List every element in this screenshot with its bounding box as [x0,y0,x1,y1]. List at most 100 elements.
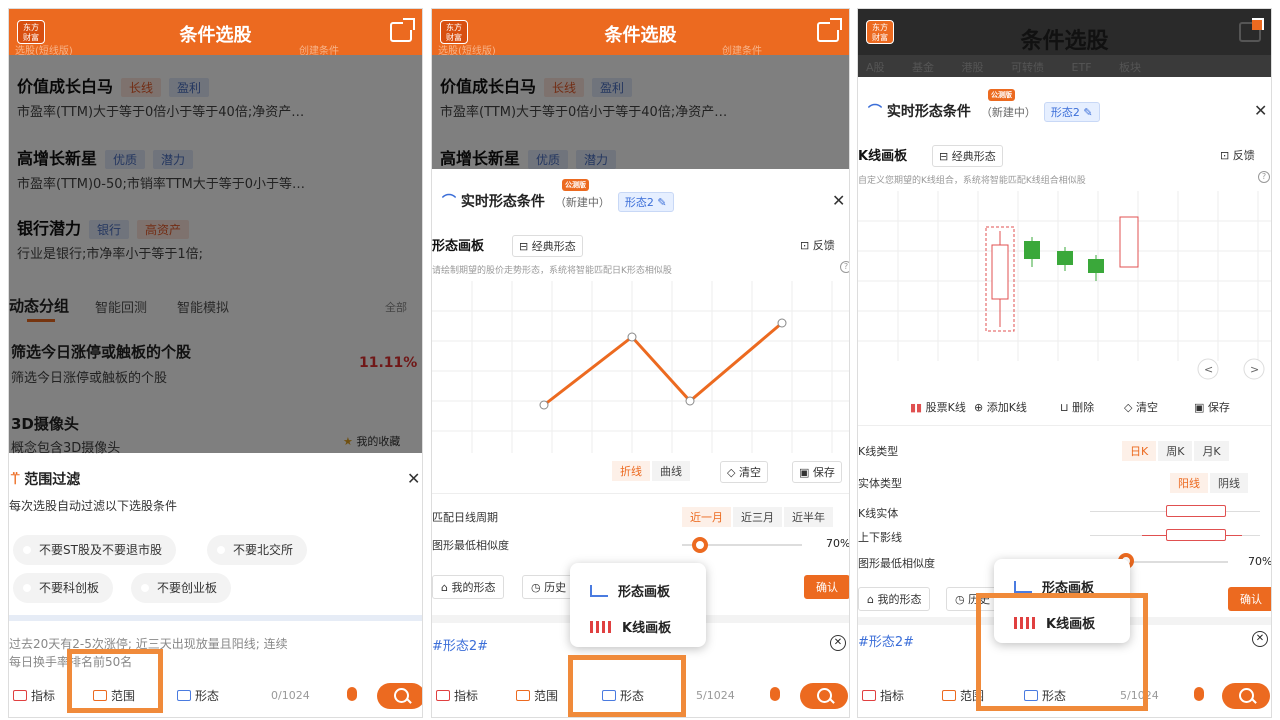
pattern-name-pill[interactable]: 形态2 ✎ [1043,102,1100,122]
clear-input-icon[interactable]: ✕ [1252,631,1268,647]
body-type-label: 实体类型 [858,477,902,490]
mode-curve[interactable]: 曲线 [652,461,690,481]
kline-month[interactable]: 月K [1194,441,1229,461]
body-down[interactable]: 阴线 [1210,473,1248,493]
classic-pattern-button[interactable]: ⊟ 经典形态 [932,145,1003,167]
pattern-type-popup: 形态画板 K线画板 [570,563,706,647]
microphone-icon[interactable] [1194,687,1204,701]
page-title: 条件选股 [1020,29,1109,54]
drawn-line[interactable] [543,321,783,407]
line-point[interactable] [777,318,787,328]
pattern-icon [177,690,191,701]
line-point[interactable] [685,396,695,406]
candle-up[interactable] [1119,216,1139,268]
microphone-icon[interactable] [770,687,780,701]
eraser-icon: ◇ [727,466,736,479]
highlight-box [976,593,1148,711]
save-button[interactable]: ▣ 保存 [792,461,842,483]
pattern-name-pill[interactable]: 形态2 ✎ [617,192,674,212]
filter-chip[interactable]: 不要创业板 [131,573,232,603]
help-icon[interactable]: ? [840,261,849,273]
highlight-box [67,649,163,713]
stock-kline-button[interactable]: ▮▮ 股票K线 [910,399,966,415]
delete-button[interactable]: ⊔ 删除 [1060,399,1094,415]
kline-week[interactable]: 周K [1158,441,1193,461]
line-point[interactable] [539,400,549,410]
search-button[interactable] [800,683,848,709]
prev-arrow-glyph: < [1204,363,1213,376]
filter-chip[interactable]: 不要北交所 [207,535,308,565]
modal-overlay[interactable] [9,55,422,453]
kline-canvas[interactable]: < > [858,191,1272,381]
add-kline-button[interactable]: ⊕ 添加K线 [974,399,1027,415]
indicator-button[interactable]: 指标 [13,687,55,704]
indicator-button[interactable]: 指标 [436,687,478,704]
share-icon[interactable] [1239,18,1264,42]
confirm-button[interactable]: 确认 [804,575,849,599]
modal-title: ⌒ 实时形态条件 公测版 （新建中） 形态2 ✎ [868,89,1100,122]
history-button[interactable]: ◷ 历史 [522,575,576,599]
share-icon[interactable] [390,18,415,42]
char-counter: 5/1024 [696,689,735,702]
confirm-button[interactable]: 确认 [1228,587,1271,611]
filter-chip[interactable]: 不要ST股及不要退市股 [13,535,176,565]
save-button[interactable]: ▣ 保存 [1194,399,1230,415]
modal-status: （新建中） [980,106,1036,119]
range-icon [942,690,956,701]
line-chart-icon [1014,581,1032,593]
search-button[interactable] [1222,683,1270,709]
trash-icon: ⊔ [1060,401,1069,414]
similarity-slider[interactable] [1118,561,1228,563]
close-icon[interactable]: ✕ [407,469,420,488]
pattern-button[interactable]: 形态 [177,687,219,704]
candle-down[interactable] [1024,241,1040,259]
indicator-button[interactable]: 指标 [862,687,904,704]
line-point[interactable] [627,332,637,342]
microphone-icon[interactable] [347,687,357,701]
filter-chip[interactable]: 不要科创板 [13,573,114,603]
kline-icon: ▮▮ [910,401,923,414]
my-pattern-button[interactable]: ⌂ 我的形态 [858,587,931,611]
share-icon[interactable] [817,18,842,42]
app-header: 东方 财富 条件选股 选股(短线版) 创建条件 [9,9,422,57]
ghost-market-tabs: A股 基金 港股 可转债 ETF 板块 [858,55,1271,77]
search-button[interactable] [377,683,422,709]
pattern-icon: ⌂ [441,581,448,594]
candle-down[interactable] [1057,251,1073,265]
period-6m[interactable]: 近半年 [784,507,833,527]
slider-handle[interactable] [692,537,708,553]
candle-up[interactable] [991,244,1009,300]
clear-input-icon[interactable]: ✕ [830,635,846,651]
feedback-button[interactable]: ⊡ 反馈 [1214,145,1261,165]
pattern-hashtag[interactable]: #形态2# [432,635,488,654]
close-icon[interactable]: ✕ [1254,101,1267,120]
screen-pattern-drawing: 东方 财富 条件选股 选股(短线版) 创建条件 价值成长白马长线盈利 市盈率(T… [431,8,850,718]
drawing-canvas[interactable] [432,281,850,453]
classic-pattern-button[interactable]: ⊟ 经典形态 [512,235,583,257]
body-range-handle[interactable] [1166,505,1226,517]
mode-polyline[interactable]: 折线 [612,461,650,481]
shadow-range-handle[interactable] [1166,529,1226,541]
feedback-button[interactable]: ⊡ 反馈 [794,235,841,255]
kline-type-selector: 日K 周K 月K [1120,441,1229,461]
pattern-hashtag[interactable]: #形态2# [858,631,914,650]
candle-down[interactable] [1088,259,1104,273]
range-button[interactable]: 范围 [516,687,558,704]
popup-item-kline-board[interactable]: K线画板 [590,617,671,636]
my-pattern-button[interactable]: ⌂ 我的形态 [432,575,505,599]
kline-day[interactable]: 日K [1122,441,1157,461]
similarity-label: 图形最低相似度 [432,539,509,552]
history-icon: ◷ [531,581,541,594]
clear-button[interactable]: ◇ 清空 [720,461,768,483]
body-up[interactable]: 阳线 [1170,473,1208,493]
body-label: K线实体 [858,507,899,520]
history-icon: ◷ [955,593,965,606]
divider [432,493,849,494]
period-3m[interactable]: 近三月 [733,507,782,527]
popup-item-pattern-board[interactable]: 形态画板 [590,581,670,600]
period-1m[interactable]: 近一月 [682,507,731,527]
modal-overlay[interactable] [432,55,849,169]
help-icon[interactable]: ? [1258,171,1270,183]
clear-button[interactable]: ◇ 清空 [1124,399,1158,415]
close-icon[interactable]: ✕ [832,191,845,210]
